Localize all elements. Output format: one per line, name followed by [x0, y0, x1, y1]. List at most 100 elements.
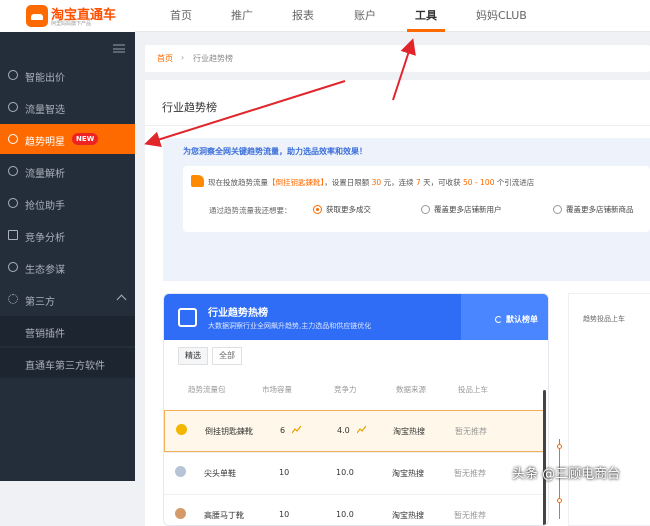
goal-option-new-products[interactable]: 覆盖更多店铺新商品 — [553, 204, 634, 215]
target-icon — [8, 134, 18, 144]
top-bar: 淘宝直通车 阿里妈妈旗下产品 首页 推广 报表 账户 工具 妈妈CLUB — [0, 0, 650, 32]
row-capacity: 6 — [280, 426, 286, 435]
sidebar-item-label: 抢位助手 — [25, 201, 65, 212]
brand-logo[interactable]: 淘宝直通车 阿里妈妈旗下产品 — [0, 0, 135, 32]
sidebar-item-third-party[interactable]: 第三方 — [0, 284, 135, 314]
row-competition: 10.0 — [336, 510, 354, 519]
sidebar-item-label: 智能出价 — [25, 73, 65, 84]
goal-option-more-deals[interactable]: 获取更多成交 — [313, 204, 371, 215]
column-header: 趋势流量包 — [188, 385, 226, 394]
sidebar-item-traffic-select[interactable]: 流量智选 — [0, 92, 135, 122]
table-row[interactable]: 高腰马丁靴 10 10.0 淘宝热搜 暂无推荐 — [164, 494, 546, 525]
sidebar-item-label: 趋势明星 — [25, 137, 65, 148]
trend-up-icon — [292, 425, 301, 434]
trend-panel: 行业趋势榜 为您洞察全网关键趋势流量，助力选品效率和效果！ 现在投放趋势流量【倒… — [145, 80, 650, 526]
filter-all[interactable]: 全部 — [212, 347, 242, 365]
row-capacity: 10 — [279, 468, 290, 477]
breadcrumb-home[interactable]: 首页 — [157, 53, 173, 64]
sidebar-item-traffic-analysis[interactable]: 流量解析 — [0, 156, 135, 186]
sidebar-subitem-label: 直通车第三方软件 — [25, 361, 105, 372]
brand-subtitle: 阿里妈妈旗下产品 — [51, 21, 92, 27]
row-competition: 4.0 — [337, 426, 350, 435]
promo-card: 现在投放趋势流量【倒挂钥匙鍊靴】，设置日限额 30 元，连续 7 天，可收获 5… — [183, 166, 650, 232]
plus-circle-icon — [8, 102, 18, 112]
bronze-medal-icon — [175, 508, 186, 519]
row-competition: 10.0 — [336, 468, 354, 477]
trend-chart-icon — [178, 308, 197, 327]
nav-tab-promote[interactable]: 推广 — [231, 0, 253, 32]
row-status: 暂无推荐 — [454, 469, 486, 478]
breadcrumb-separator: › — [181, 53, 185, 62]
timeline-dot — [557, 498, 562, 503]
row-source: 淘宝热搜 — [392, 511, 424, 520]
collapse-menu-icon[interactable] — [113, 44, 125, 53]
trend-rank-card: 行业趋势热榜 大数据洞察行业全网飙升趋势,主力选品和供应链优化 默认榜单 精选 … — [163, 293, 549, 526]
sidebar-subitem-third-party-software[interactable]: 直通车第三方软件 — [0, 348, 135, 378]
column-header: 投品上车 — [458, 385, 488, 394]
column-header: 竞争力 — [334, 385, 357, 394]
sidebar-item-label: 竞争分析 — [25, 233, 65, 244]
gear-icon — [8, 294, 18, 304]
row-status: 暂无推荐 — [455, 427, 487, 436]
nav-tab-home[interactable]: 首页 — [170, 0, 192, 32]
watermark: 头条 @三顾电商台 — [512, 467, 621, 482]
table-row[interactable]: 尖头单鞋 10 10.0 淘宝热搜 暂无推荐 — [164, 452, 546, 494]
radio-checked-icon — [313, 205, 322, 214]
main-content: 首页 › 行业趋势榜 行业趋势榜 为您洞察全网关键趋势流量，助力选品效率和效果！… — [145, 45, 650, 526]
rank-header: 行业趋势热榜 大数据洞察行业全网飙升趋势,主力选品和供应链优化 默认榜单 — [164, 294, 548, 340]
sidebar: 智能出价 流量智选 趋势明星 NEW 流量解析 抢位助手 竞争分析 生态参谋 第… — [0, 32, 135, 481]
row-name: 高腰马丁靴 — [204, 511, 244, 520]
sidebar-item-label: 流量智选 — [25, 105, 65, 116]
new-badge: NEW — [72, 133, 99, 145]
chevron-up-icon — [116, 294, 127, 305]
sidebar-item-trend-star[interactable]: 趋势明星 NEW — [0, 124, 135, 154]
scrollbar[interactable] — [543, 390, 546, 525]
goal-option-new-users[interactable]: 覆盖更多店铺新用户 — [421, 204, 502, 215]
row-capacity: 10 — [279, 510, 290, 519]
sidebar-item-label: 生态参谋 — [25, 265, 65, 276]
breadcrumb-current: 行业趋势榜 — [193, 54, 233, 63]
promo-range: 50 - 100 — [463, 178, 495, 187]
table-row[interactable]: 倒挂钥匙鍊靴 6 4.0 淘宝热搜 暂无推荐 — [164, 410, 546, 452]
radio-icon — [421, 205, 430, 214]
row-name: 尖头单鞋 — [204, 469, 236, 478]
thumbs-up-icon — [191, 175, 204, 187]
column-header: 市场容量 — [262, 385, 292, 394]
rank-subtitle: 大数据洞察行业全网飙升趋势,主力选品和供应链优化 — [208, 322, 372, 330]
sidebar-item-label: 流量解析 — [25, 169, 65, 180]
filter-featured[interactable]: 精选 — [178, 347, 208, 365]
default-list-button[interactable]: 默认榜单 — [495, 314, 538, 325]
nav-tab-account[interactable]: 账户 — [354, 0, 376, 32]
promo-amount: 30 — [371, 178, 382, 187]
promo-mid: ，设置日限额 — [324, 178, 370, 187]
nav-tab-mama-club[interactable]: 妈妈CLUB — [476, 0, 527, 32]
plus-circle-icon — [8, 198, 18, 208]
sidebar-item-rank-assistant[interactable]: 抢位助手 — [0, 188, 135, 218]
sidebar-item-ecosystem[interactable]: 生态参谋 — [0, 252, 135, 282]
promo-keyword[interactable]: 【倒挂钥匙鍊靴】 — [268, 178, 324, 187]
promo-days: 7 — [415, 178, 421, 187]
promo-unit: 元，连续 — [383, 178, 414, 187]
goal-option-label: 获取更多成交 — [326, 205, 371, 214]
plus-circle-icon — [8, 70, 18, 80]
rank-title: 行业趋势热榜 — [208, 308, 268, 319]
sidebar-item-smart-bid[interactable]: 智能出价 — [0, 60, 135, 90]
nav-tab-reports[interactable]: 报表 — [292, 0, 314, 32]
sidebar-item-competition[interactable]: 竞争分析 — [0, 220, 135, 250]
chart-label: 趋势投品上车 — [583, 315, 625, 323]
sidebar-subitem-marketing-plugins[interactable]: 营销插件 — [0, 316, 135, 346]
promo-after-days: 天，可收获 — [423, 178, 461, 187]
trend-chart-panel: 趋势投品上车 — [557, 293, 650, 526]
page-title: 行业趋势榜 — [162, 101, 217, 114]
sidebar-subitem-label: 营销插件 — [25, 329, 65, 340]
gold-medal-icon — [176, 424, 187, 435]
nav-tab-tools[interactable]: 工具 — [407, 0, 445, 32]
goal-option-label: 覆盖更多店铺新用户 — [434, 205, 502, 214]
promo-text: 现在投放趋势流量【倒挂钥匙鍊靴】，设置日限额 30 元，连续 7 天，可收获 5… — [208, 177, 534, 188]
promo-banner: 为您洞察全网关键趋势流量，助力选品效率和效果！ 现在投放趋势流量【倒挂钥匙鍊靴】… — [163, 138, 650, 281]
promo-suffix: 个引流进店 — [496, 178, 535, 187]
row-source: 淘宝热搜 — [392, 469, 424, 478]
trend-up-icon — [357, 425, 366, 434]
row-source: 淘宝热搜 — [393, 427, 425, 436]
breadcrumb: 首页 › 行业趋势榜 — [145, 45, 650, 72]
